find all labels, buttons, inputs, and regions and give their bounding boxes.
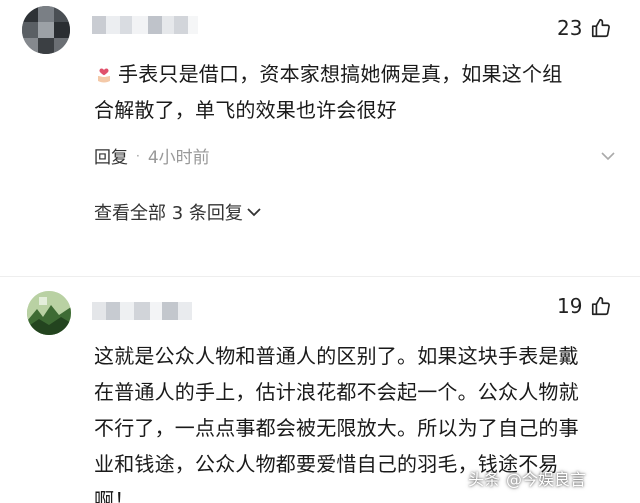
view-all-replies-button[interactable]: 查看全部 3 条回复 [94,199,261,225]
thumbs-up-icon [592,18,611,38]
comment-meta: 回复 · 4小时前 [94,143,210,168]
separator: · [136,148,140,163]
comment-line: 合解散了，单飞的效果也许会很好 [94,98,397,122]
like-count: 23 [557,16,583,40]
avatar[interactable] [22,6,70,54]
comment-line: 这就是公众人物和普通人的区别了。如果这块手表是戴 [94,344,579,368]
avatar-image [27,291,71,335]
chevron-down-icon[interactable] [601,150,615,162]
thumbs-up-icon [592,296,611,316]
timestamp: 4小时前 [147,148,210,168]
username-blurred[interactable] [92,302,192,320]
like-button[interactable]: 19 [557,294,612,318]
reply-button[interactable]: 回复 [94,143,128,168]
like-count: 19 [557,294,583,318]
watermark-brand: 头条 [468,470,501,489]
comment-line: 在普通人的手上，估计浪花都不会起一个。公众人物就 [94,380,579,404]
watermark-handle: @今娱良言 [506,470,587,489]
chevron-down-icon [247,208,261,217]
avatar[interactable] [27,291,71,335]
heart-hand-emoji [98,68,110,83]
comment-text: 手表只是借口，资本家想搞她俩是真，如果这个组 合解散了，单飞的效果也许会很好 [94,56,562,128]
view-all-label: 查看全部 3 条回复 [94,203,243,224]
username-blurred[interactable] [92,16,198,34]
comment-line: 不行了，一点点事都会被无限放大。所以为了自己的事 [94,416,579,440]
comment-line: 手表只是借口，资本家想搞她俩是真，如果这个组 [118,62,563,86]
divider [0,276,640,277]
watermark: 头条 @今娱良言 [468,466,586,490]
like-button[interactable]: 23 [557,16,612,40]
